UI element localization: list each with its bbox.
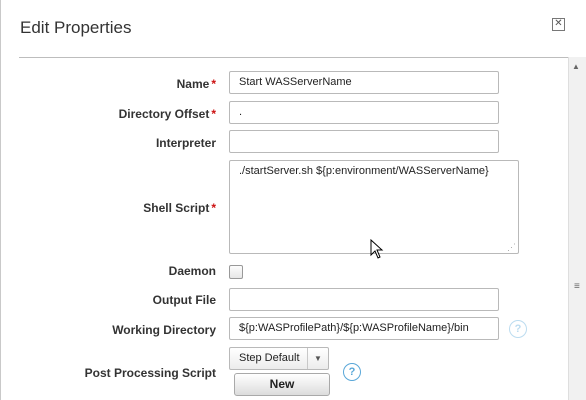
new-script-button[interactable]: New xyxy=(234,373,330,396)
working-directory-help-icon[interactable]: ? xyxy=(509,320,527,338)
scroll-grip-icon[interactable]: ≡ xyxy=(574,282,580,292)
post-processing-script-value: Step Default xyxy=(239,352,300,364)
required-marker: * xyxy=(211,201,216,215)
output-file-input[interactable] xyxy=(229,288,499,311)
dialog-title: Edit Properties xyxy=(20,18,132,37)
chevron-down-icon[interactable]: ▼ xyxy=(307,348,328,369)
name-label: Name * xyxy=(176,77,216,91)
vertical-scrollbar[interactable]: ▲ ≡ xyxy=(568,57,586,400)
post-processing-script-label: Post Processing Script xyxy=(84,366,216,380)
name-input[interactable]: Start WASServerName xyxy=(229,71,499,94)
shell-script-text: ./startServer.sh ${p:environment/WASServ… xyxy=(239,165,489,177)
daemon-label: Daemon xyxy=(168,264,216,278)
directory-offset-input[interactable]: . xyxy=(229,101,499,124)
required-marker: * xyxy=(211,107,216,121)
working-directory-input[interactable]: ${p:WASProfilePath}/${p:WASProfileName}/… xyxy=(229,317,499,340)
output-file-label: Output File xyxy=(152,293,216,307)
daemon-checkbox[interactable] xyxy=(229,265,243,279)
required-marker: * xyxy=(211,77,216,91)
edit-properties-dialog: Edit Properties ✕ Name * Start WASServerN… xyxy=(0,0,586,400)
resize-handle-icon[interactable]: ⋰ xyxy=(507,243,516,252)
title-divider xyxy=(19,57,568,58)
working-directory-label: Working Directory xyxy=(112,323,216,337)
interpreter-label: Interpreter xyxy=(155,136,216,150)
post-processing-help-icon[interactable]: ? xyxy=(343,363,361,381)
post-processing-script-select[interactable]: Step Default ▼ xyxy=(229,347,329,370)
mouse-pointer-icon xyxy=(370,239,384,259)
interpreter-input[interactable] xyxy=(229,130,499,153)
close-icon[interactable]: ✕ xyxy=(552,18,565,31)
scroll-up-arrow-icon[interactable]: ▲ xyxy=(572,62,580,71)
directory-offset-label: Directory Offset * xyxy=(118,107,216,121)
shell-script-label: Shell Script * xyxy=(143,201,216,215)
